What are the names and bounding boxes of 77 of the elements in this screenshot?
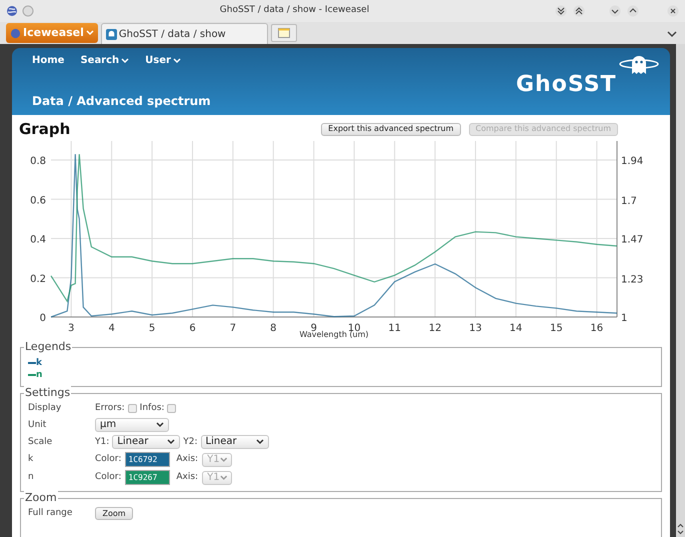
x-tick-label: 16 xyxy=(590,323,604,334)
caret-icon xyxy=(156,422,164,428)
nav-link[interactable]: Home xyxy=(32,53,64,68)
row-label: k xyxy=(28,453,34,466)
row-label: Unit xyxy=(28,418,48,432)
x-tick-label: 7 xyxy=(230,323,236,334)
y2-tick-label: 1.23 xyxy=(621,274,644,286)
dropdown-select[interactable]: Linear xyxy=(200,435,269,449)
y2-tick-label: 1.94 xyxy=(621,156,644,168)
section-title: Graph xyxy=(19,118,70,140)
window-title: GhoSST / data / show - Iceweasel xyxy=(218,4,370,18)
field-label: Axis: xyxy=(176,471,198,484)
dropdown-select[interactable]: Linear xyxy=(112,435,180,449)
field-label: Axis: xyxy=(176,453,198,466)
row-label: n xyxy=(28,471,35,484)
y2-tick-label: 1.7 xyxy=(621,196,637,208)
globe-icon xyxy=(10,28,21,38)
x-tick-label: 6 xyxy=(189,323,196,334)
select-label: Y2: xyxy=(183,436,198,448)
row-label: Scale xyxy=(28,436,54,448)
legend-label: k xyxy=(36,357,42,369)
ghost-logo-icon xyxy=(618,54,660,76)
caret-icon xyxy=(86,30,94,36)
field-label: Color: xyxy=(95,471,122,484)
x-tick-label: 15 xyxy=(550,323,563,334)
field-label: Color: xyxy=(95,453,122,466)
x-tick-label: 11 xyxy=(388,323,401,334)
y-tick-label: 0.2 xyxy=(30,274,46,285)
x-tick-label: 13 xyxy=(469,323,482,334)
globe-icon xyxy=(6,5,18,17)
y-tick-label: 0 xyxy=(40,313,46,324)
nav-link[interactable]: Search xyxy=(80,53,130,68)
close-icon[interactable] xyxy=(667,5,679,17)
page-breadcrumb: Data / Advanced spectrum xyxy=(32,93,211,110)
new-tab-icon xyxy=(278,28,290,38)
checkbox-label: Errors: xyxy=(95,402,125,415)
x-tick-label: 5 xyxy=(148,323,156,334)
x-tick-label: 4 xyxy=(108,323,115,334)
new-tab-button[interactable] xyxy=(270,24,297,42)
caret-icon xyxy=(172,58,181,64)
caret-icon xyxy=(167,439,176,445)
browser-tab[interactable]: GhoSST / data / show xyxy=(100,23,268,44)
fieldset-legend: Settings xyxy=(24,386,72,400)
nav-link[interactable]: User xyxy=(145,53,181,68)
scrollbar[interactable] xyxy=(676,44,685,537)
chevron-down-icon[interactable] xyxy=(667,31,677,38)
legend-label: n xyxy=(36,369,42,381)
caret-icon xyxy=(121,58,130,64)
zoom-button[interactable]: Zoom xyxy=(95,507,133,520)
x-tick-label: 14 xyxy=(510,323,522,334)
row-label: Full range xyxy=(28,507,74,520)
window-control-icon[interactable] xyxy=(555,5,567,17)
checkbox[interactable] xyxy=(128,404,137,413)
window-control-icon[interactable] xyxy=(609,5,621,17)
window-control-icon[interactable] xyxy=(573,5,585,17)
checkbox[interactable] xyxy=(167,404,176,413)
caret-icon xyxy=(220,456,228,462)
select-label: Y1: xyxy=(95,436,110,448)
window-control-icon[interactable] xyxy=(627,5,639,17)
caret-icon xyxy=(220,474,228,480)
scroll-arrows-icon[interactable] xyxy=(677,523,684,535)
fieldset-legend: Legends xyxy=(24,340,72,354)
y-tick-label: 0.4 xyxy=(30,234,46,246)
y-tick-label: 0.8 xyxy=(30,156,46,168)
dropdown-select[interactable]: µm xyxy=(95,418,169,432)
caret-icon xyxy=(256,439,264,445)
tab-favicon-icon xyxy=(106,28,117,40)
checkbox-label: Infos: xyxy=(140,402,164,415)
action-button[interactable]: Export this advanced spectrum xyxy=(321,122,461,136)
x-tick-label: 12 xyxy=(428,323,442,334)
y2-tick-label: 1 xyxy=(621,313,628,324)
y-tick-label: 0.6 xyxy=(30,195,46,206)
y2-tick-label: 1.47 xyxy=(621,234,644,246)
site-logo: GhoSST xyxy=(516,71,617,99)
x-tick-label: 8 xyxy=(270,323,277,334)
row-label: Display xyxy=(28,402,62,415)
x-tick-label: 3 xyxy=(68,323,74,334)
